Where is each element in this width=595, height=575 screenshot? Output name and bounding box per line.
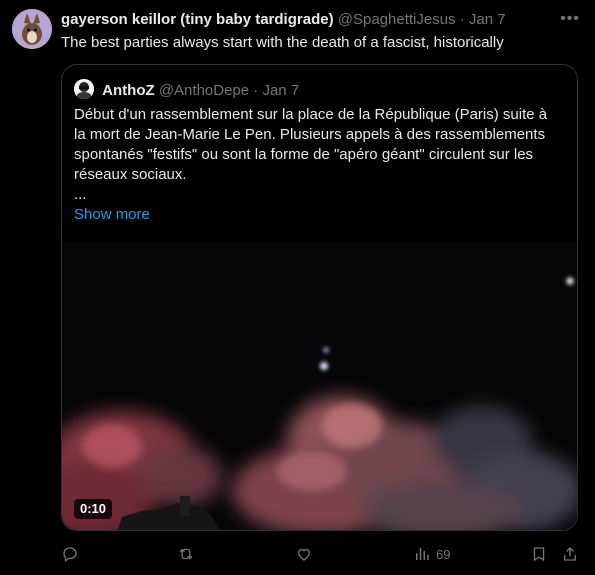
action-bar: 69 xyxy=(0,540,595,568)
video-player[interactable]: 0:10 xyxy=(62,241,577,530)
like-button[interactable] xyxy=(295,540,313,568)
share-button[interactable] xyxy=(561,540,579,568)
reply-icon xyxy=(63,547,77,563)
quoted-post-text: Début d'un rassemblement sur la place de… xyxy=(74,105,563,205)
repost-button[interactable] xyxy=(177,540,195,568)
show-more-link[interactable]: Show more xyxy=(74,205,150,225)
quoted-text-line: Début d'un rassemblement sur la place de… xyxy=(74,106,548,123)
quoted-post-date[interactable]: Jan 7 xyxy=(262,82,299,99)
quoted-text-line: spontanés "festifs" ou sont la forme de … xyxy=(74,146,534,163)
views-count: 69 xyxy=(436,546,451,562)
quoted-author-display-name[interactable]: AnthoZ xyxy=(102,82,154,99)
post-header: gayerson keillor (tiny baby tardigrade) … xyxy=(61,11,555,29)
video-duration: 0:10 xyxy=(74,499,113,519)
quoted-meta-separator: · xyxy=(253,82,259,99)
quoted-post-header: AnthoZ @AnthoDepe · Jan 7 xyxy=(74,79,565,99)
post-date[interactable]: Jan 7 xyxy=(469,11,506,28)
quoted-text-ellipsis: ... xyxy=(74,186,87,203)
retweet-icon xyxy=(179,548,193,560)
quoted-text-line: la mort de Jean-Marie Le Pen. Plusieurs … xyxy=(74,126,546,143)
like-icon xyxy=(298,548,310,561)
meta-separator: · xyxy=(459,11,465,28)
bookmark-icon xyxy=(533,547,545,562)
views-icon xyxy=(416,548,429,560)
post-text: The best parties always start with the d… xyxy=(61,34,504,51)
quoted-post[interactable]: AnthoZ @AnthoDepe · Jan 7 Début d'un ras… xyxy=(61,64,578,531)
author-handle[interactable]: @SpaghettiJesus xyxy=(338,11,456,28)
quoted-avatar-image xyxy=(74,79,94,99)
quoted-text-line: réseaux sociaux. xyxy=(74,166,187,183)
more-options-button[interactable]: ••• xyxy=(556,9,584,31)
quoted-author-avatar[interactable] xyxy=(74,79,94,99)
author-display-name[interactable]: gayerson keillor (tiny baby tardigrade) xyxy=(61,11,334,28)
share-icon xyxy=(564,547,576,561)
bookmark-button[interactable] xyxy=(530,540,548,568)
quoted-author-handle[interactable]: @AnthoDepe xyxy=(159,82,249,99)
video-frame xyxy=(62,241,577,530)
reply-button[interactable] xyxy=(61,540,79,568)
views-button[interactable]: 69 xyxy=(413,540,450,568)
more-dots-icon: ••• xyxy=(560,10,580,27)
author-avatar[interactable] xyxy=(12,9,52,49)
tardigrade-avatar-image xyxy=(12,9,52,49)
